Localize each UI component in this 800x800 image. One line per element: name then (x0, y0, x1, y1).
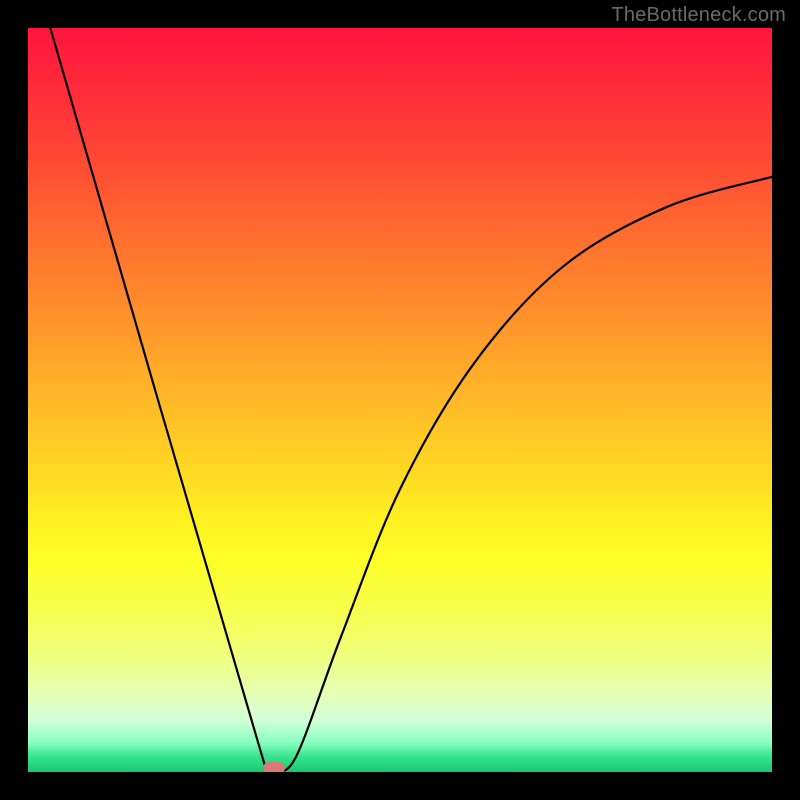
optimum-marker-icon (263, 762, 285, 772)
curve-layer (28, 28, 772, 772)
watermark-label: TheBottleneck.com (611, 4, 786, 27)
chart-frame: TheBottleneck.com (0, 0, 800, 800)
bottleneck-curve-path (50, 28, 772, 772)
plot-area (28, 28, 772, 772)
